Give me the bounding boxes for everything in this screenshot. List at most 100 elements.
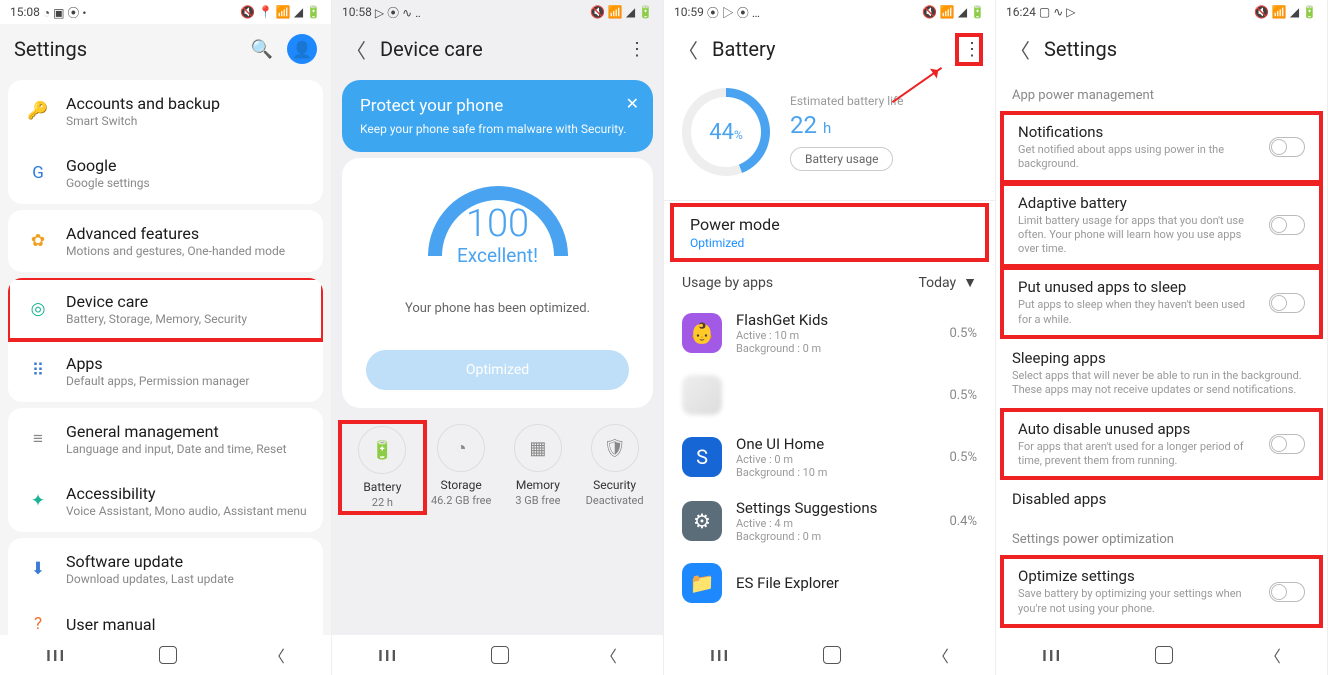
toggle-item[interactable]: Optimize settings Save battery by optimi…: [1002, 557, 1321, 626]
toggle-item[interactable]: Sleeping apps Select apps that will neve…: [996, 339, 1327, 408]
download-icon: ⬇: [22, 559, 54, 579]
settings-item[interactable]: ⠿ Apps Default apps, Permission manager: [8, 340, 323, 402]
settings-item[interactable]: ✿ Advanced features Motions and gestures…: [8, 210, 323, 272]
toggle-item[interactable]: Notifications Get notified about apps us…: [1002, 113, 1321, 182]
app-background: Background : 10 m: [736, 466, 935, 479]
google-icon: G: [22, 163, 54, 183]
nav-home-icon[interactable]: [823, 646, 841, 664]
settings-item[interactable]: 🔑 Accounts and backup Smart Switch: [8, 80, 323, 142]
care-column-battery[interactable]: 🔋 Battery 22 h: [340, 422, 425, 513]
toggle-item[interactable]: Disabled apps: [996, 480, 1327, 518]
toggle-switch[interactable]: [1269, 215, 1305, 235]
battery-usage-button[interactable]: Battery usage: [790, 147, 893, 171]
nav-back-icon[interactable]: 〈: [933, 643, 949, 667]
nav-recent-icon[interactable]: III: [46, 646, 66, 665]
toggle-subtitle: Limit battery usage for apps that you do…: [1018, 214, 1257, 257]
item-subtitle: Download updates, Last update: [66, 572, 234, 586]
status-icons-left: ▢ ∿ ▷: [1039, 5, 1076, 19]
more-icon[interactable]: ⋮: [957, 35, 981, 64]
care-column-memory[interactable]: ▦ Memory 3 GB free: [500, 424, 577, 511]
app-item[interactable]: 📁 ES File Explorer: [664, 553, 995, 613]
app-title: Settings Suggestions: [736, 499, 935, 517]
item-title: User manual: [66, 615, 156, 634]
care-column-storage[interactable]: ◔ Storage 46.2 GB free: [423, 424, 500, 511]
battery-percent: 44%: [709, 120, 743, 145]
app-item[interactable]: 0.5%: [664, 365, 995, 425]
settings-item[interactable]: ⬇ Software update Download updates, Last…: [8, 538, 323, 600]
close-icon[interactable]: ✕: [626, 94, 639, 113]
gear-flower-icon: ✿: [22, 231, 54, 251]
nav-recent-icon[interactable]: III: [378, 646, 398, 665]
settings-item[interactable]: ≡ General management Language and input,…: [8, 408, 323, 470]
app-title: FlashGet Kids: [736, 311, 935, 329]
toggle-switch[interactable]: [1269, 582, 1305, 602]
item-title: Google: [66, 156, 150, 175]
toggle-item[interactable]: Put unused apps to sleep Put apps to sle…: [1002, 268, 1321, 337]
navbar: III 〈: [332, 635, 663, 675]
care-column-security[interactable]: 🛡 Security Deactivated: [576, 424, 653, 511]
back-icon[interactable]: 〈: [1010, 35, 1034, 64]
back-icon[interactable]: 〈: [678, 35, 702, 64]
navbar: III 〈: [0, 635, 331, 675]
settings-item[interactable]: ? User manual: [8, 600, 323, 635]
power-mode-item[interactable]: Power mode Optimized: [672, 205, 987, 260]
app-background: Background : 0 m: [736, 342, 935, 355]
apps-grid-icon: ⠿: [22, 361, 54, 381]
item-title: Advanced features: [66, 224, 285, 243]
settings-text: Accounts and backup Smart Switch: [66, 94, 220, 128]
settings-text: Google Google settings: [66, 156, 150, 190]
settings-item[interactable]: ◎ Device care Battery, Storage, Memory, …: [8, 278, 323, 340]
care-col-label: Storage: [423, 478, 500, 492]
toggle-title: Sleeping apps: [1012, 349, 1311, 367]
toggle-switch[interactable]: [1269, 293, 1305, 313]
app-active: Active : 10 m: [736, 329, 935, 342]
app-item[interactable]: ⚙ Settings Suggestions Active : 4 m Back…: [664, 489, 995, 553]
banner-subtitle: Keep your phone safe from malware with S…: [360, 122, 635, 136]
page-title: Settings: [1044, 37, 1313, 61]
today-dropdown[interactable]: Today ▼: [918, 274, 977, 291]
key-icon: 🔑: [22, 101, 54, 121]
status-icons-right: 🔇 📶 ◢ 🔋: [1254, 5, 1317, 19]
item-subtitle: Motions and gestures, One-handed mode: [66, 244, 285, 258]
app-percent: 0.5%: [949, 388, 977, 403]
back-icon[interactable]: 〈: [346, 35, 370, 64]
item-subtitle: Voice Assistant, Mono audio, Assistant m…: [66, 504, 307, 518]
nav-recent-icon[interactable]: III: [1042, 646, 1062, 665]
status-time: 10:59: [674, 5, 704, 19]
item-title: Accessibility: [66, 484, 307, 503]
nav-home-icon[interactable]: [159, 646, 177, 664]
avatar[interactable]: 👤: [287, 34, 317, 64]
nav-home-icon[interactable]: [491, 646, 509, 664]
settings-item[interactable]: G Google Google settings: [8, 142, 323, 204]
status-icons-right: 🔇 📍 📶 ◢ 🔋: [240, 5, 321, 19]
power-mode-value: Optimized: [690, 236, 969, 250]
settings-text: Advanced features Motions and gestures, …: [66, 224, 285, 258]
care-col-value: 22 h: [344, 496, 421, 509]
nav-home-icon[interactable]: [1155, 646, 1173, 664]
battery-ring: 44%: [682, 88, 770, 176]
app-item[interactable]: S One UI Home Active : 0 m Background : …: [664, 425, 995, 489]
settings-item[interactable]: ✦ Accessibility Voice Assistant, Mono au…: [8, 470, 323, 532]
nav-back-icon[interactable]: 〈: [269, 643, 285, 667]
search-icon[interactable]: 🔍: [251, 39, 273, 60]
toggle-item[interactable]: Adaptive battery Limit battery usage for…: [1002, 184, 1321, 267]
toggle-switch[interactable]: [1269, 137, 1305, 157]
toggle-switch[interactable]: [1269, 434, 1305, 454]
security-banner[interactable]: Protect your phone Keep your phone safe …: [342, 80, 653, 152]
settings-text: Device care Battery, Storage, Memory, Se…: [66, 292, 247, 326]
toggle-title: Disabled apps: [1012, 490, 1311, 508]
app-title: One UI Home: [736, 435, 935, 453]
toggle-text: Notifications Get notified about apps us…: [1018, 123, 1257, 172]
header: 〈 Device care ⋮: [332, 24, 663, 74]
battery-summary: 44% Estimated battery life 22 h Battery …: [664, 74, 995, 196]
optimize-button[interactable]: Optimized: [366, 350, 629, 390]
item-title: Apps: [66, 354, 249, 373]
care-col-value: Deactivated: [576, 494, 653, 507]
toggle-item[interactable]: Auto disable unused apps For apps that a…: [1002, 410, 1321, 479]
nav-back-icon[interactable]: 〈: [601, 643, 617, 667]
app-item[interactable]: 👶 FlashGet Kids Active : 10 m Background…: [664, 301, 995, 365]
more-icon[interactable]: ⋮: [625, 39, 649, 60]
nav-back-icon[interactable]: 〈: [1265, 643, 1281, 667]
estimated-label: Estimated battery life: [790, 94, 977, 108]
nav-recent-icon[interactable]: III: [710, 646, 730, 665]
